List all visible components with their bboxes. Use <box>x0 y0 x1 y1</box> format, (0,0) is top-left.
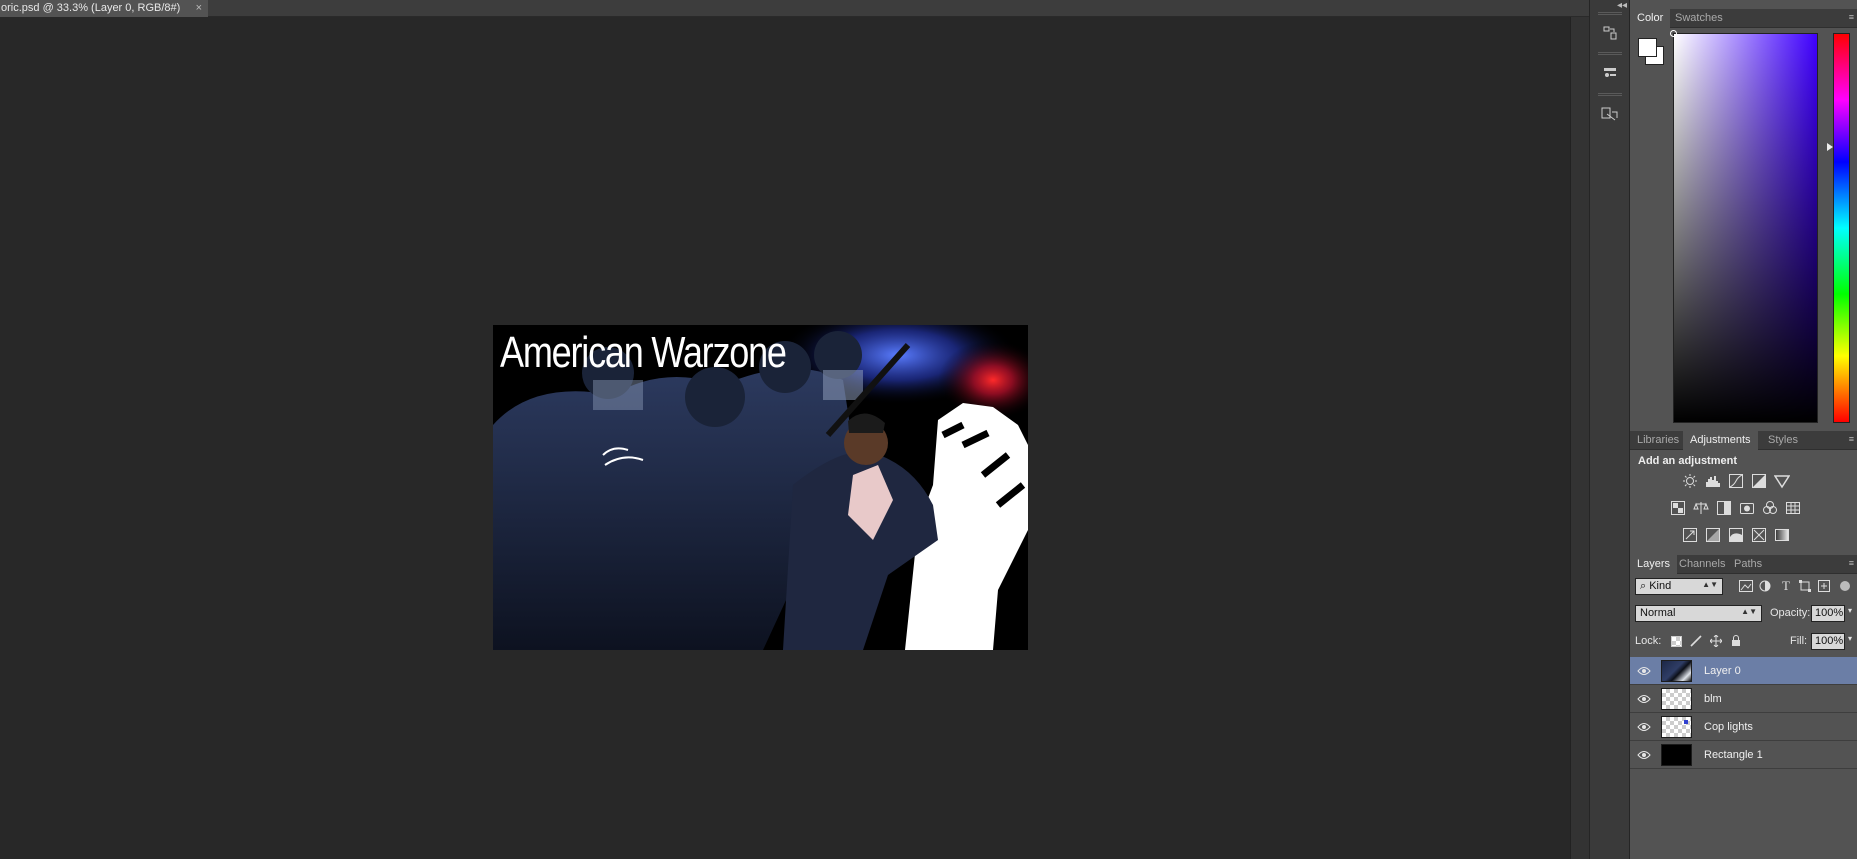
opacity-input[interactable]: 100% <box>1811 605 1845 622</box>
fill-input[interactable]: 100% <box>1811 633 1845 650</box>
right-panels: Color Swatches ≡ Libraries Adjustments S… <box>1630 0 1857 859</box>
lock-all-icon[interactable] <box>1728 633 1744 649</box>
panel-menu-icon[interactable]: ≡ <box>1849 434 1854 444</box>
photo-filter-icon[interactable] <box>1739 500 1755 516</box>
filter-shape-layers-icon[interactable] <box>1797 578 1813 594</box>
hue-slider[interactable] <box>1833 33 1850 423</box>
chevron-updown-icon: ▲▼ <box>1702 580 1718 589</box>
layer-name: Layer 0 <box>1704 665 1741 677</box>
hue-slider-handle[interactable] <box>1827 143 1833 151</box>
color-balance-icon[interactable] <box>1693 500 1709 516</box>
lock-position-icon[interactable] <box>1708 633 1724 649</box>
lock-image-pixels-icon[interactable] <box>1688 633 1704 649</box>
tab-paths[interactable]: Paths <box>1727 555 1769 574</box>
filter-pixel-layers-icon[interactable] <box>1738 578 1754 594</box>
properties-icon[interactable] <box>1597 62 1623 84</box>
opacity-chevron-icon[interactable]: ▾ <box>1848 606 1852 615</box>
search-icon: ⌕ <box>1640 580 1650 592</box>
fill-label: Fill: <box>1790 635 1808 647</box>
threshold-icon[interactable] <box>1728 527 1744 543</box>
layer-row-layer-0[interactable]: Layer 0 <box>1630 657 1857 685</box>
eye-icon[interactable] <box>1636 747 1652 763</box>
gradient-map-icon[interactable] <box>1774 527 1790 543</box>
layer-row-cop-lights[interactable]: Cop lights <box>1630 713 1857 741</box>
invert-icon[interactable] <box>1682 527 1698 543</box>
brightness-contrast-icon[interactable] <box>1682 473 1698 489</box>
layer-name: Rectangle 1 <box>1704 749 1763 761</box>
opacity-label: Opacity: <box>1770 607 1811 619</box>
blend-mode-dropdown[interactable]: Normal ▲▼ <box>1635 605 1762 622</box>
character-icon[interactable] <box>1597 103 1623 125</box>
posterize-icon[interactable] <box>1705 527 1721 543</box>
artwork-title-text: American Warzone <box>500 328 787 377</box>
eye-icon[interactable] <box>1636 691 1652 707</box>
saturation-brightness-field[interactable] <box>1673 33 1818 423</box>
document-tab-title: oric.psd @ 33.3% (Layer 0, RGB/8#) <box>1 2 181 14</box>
tab-libraries[interactable]: Libraries <box>1630 431 1686 450</box>
color-lookup-icon[interactable] <box>1785 500 1801 516</box>
tab-color[interactable]: Color <box>1630 9 1671 28</box>
layer-row-blm[interactable]: blm <box>1630 685 1857 713</box>
history-icon[interactable] <box>1597 22 1623 44</box>
layer-row-rectangle-1[interactable]: Rectangle 1 <box>1630 741 1857 769</box>
collapse-panels-icon[interactable]: ◂◂ <box>1617 0 1627 11</box>
layer-filter-kind-dropdown[interactable]: ⌕ Kind ▲▼ <box>1635 578 1723 595</box>
color-picker-marker[interactable] <box>1670 30 1677 37</box>
tab-channels[interactable]: Channels <box>1672 555 1732 574</box>
layers-panel-tabs: Layers Channels Paths ≡ <box>1630 555 1857 574</box>
tab-layers[interactable]: Layers <box>1630 555 1678 574</box>
layer-name: blm <box>1704 693 1722 705</box>
filter-adjustment-layers-icon[interactable] <box>1757 578 1773 594</box>
foreground-color-swatch[interactable] <box>1638 38 1657 57</box>
panel-menu-icon[interactable]: ≡ <box>1849 12 1854 22</box>
vertical-scrollbar[interactable] <box>1570 17 1589 859</box>
layer-thumbnail <box>1661 744 1692 766</box>
document-canvas[interactable]: American Warzone <box>493 325 1028 650</box>
filter-toggle-icon[interactable] <box>1837 578 1853 594</box>
document-tab-bar: oric.psd @ 33.3% (Layer 0, RGB/8#) × <box>0 0 1589 17</box>
selective-color-icon[interactable] <box>1751 527 1767 543</box>
adjustments-heading: Add an adjustment <box>1638 455 1738 467</box>
layer-name: Cop lights <box>1704 721 1753 733</box>
fill-chevron-icon[interactable]: ▾ <box>1848 634 1852 643</box>
adjustments-panel-tabs: Libraries Adjustments Styles ≡ <box>1630 431 1857 450</box>
black-white-icon[interactable] <box>1716 500 1732 516</box>
eye-icon[interactable] <box>1636 719 1652 735</box>
color-panel-tabs: Color Swatches ≡ <box>1630 9 1857 28</box>
channel-mixer-icon[interactable] <box>1762 500 1778 516</box>
blend-mode-value: Normal <box>1640 607 1676 619</box>
curves-icon[interactable] <box>1728 473 1744 489</box>
exposure-icon[interactable] <box>1751 473 1767 489</box>
document-tab[interactable]: oric.psd @ 33.3% (Layer 0, RGB/8#) × <box>0 0 208 17</box>
panel-menu-icon[interactable]: ≡ <box>1849 558 1854 568</box>
chevron-updown-icon: ▲▼ <box>1741 607 1757 616</box>
levels-icon[interactable] <box>1705 473 1721 489</box>
eye-icon[interactable] <box>1636 663 1652 679</box>
layer-thumbnail <box>1661 688 1692 710</box>
tab-styles[interactable]: Styles <box>1761 431 1805 450</box>
filter-kind-value: Kind <box>1649 580 1672 592</box>
tab-swatches[interactable]: Swatches <box>1668 9 1730 28</box>
dock-grip[interactable] <box>1598 12 1622 15</box>
layer-thumbnail <box>1661 660 1692 682</box>
vibrance-icon[interactable] <box>1670 500 1686 516</box>
dock-grip[interactable] <box>1598 52 1622 55</box>
filter-type-layers-icon[interactable]: T <box>1778 578 1794 594</box>
filter-smart-objects-icon[interactable] <box>1816 578 1832 594</box>
gradient-triangle-icon[interactable] <box>1774 473 1790 489</box>
lock-transparent-pixels-icon[interactable] <box>1668 633 1684 649</box>
tab-adjustments[interactable]: Adjustments <box>1683 431 1758 450</box>
panel-dock: ◂◂ <box>1589 0 1630 859</box>
dock-grip[interactable] <box>1598 93 1622 96</box>
layer-thumbnail <box>1661 716 1692 738</box>
lock-label: Lock: <box>1635 635 1662 647</box>
close-tab-icon[interactable]: × <box>196 2 202 14</box>
layers-list: Layer 0 blm Cop lights Rectangle 1 <box>1630 657 1857 769</box>
photoshop-window: oric.psd @ 33.3% (Layer 0, RGB/8#) × Ame… <box>0 0 1857 859</box>
